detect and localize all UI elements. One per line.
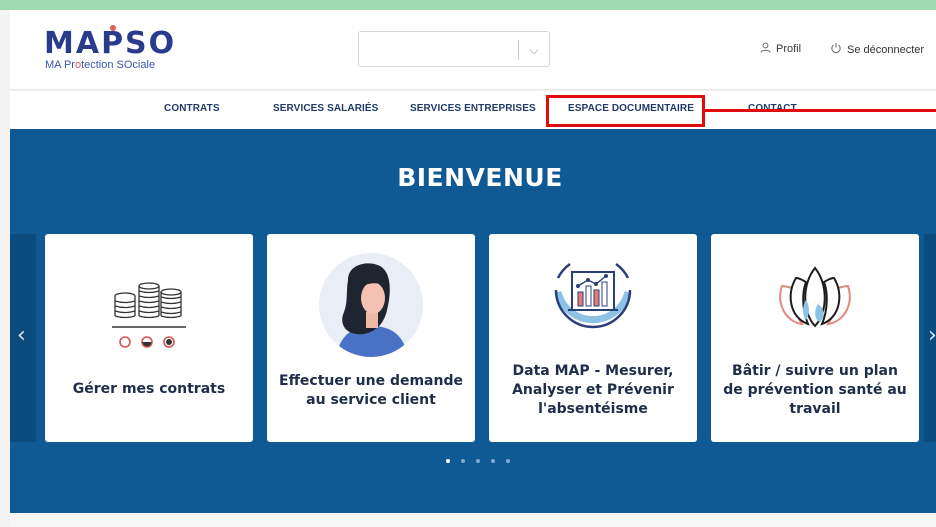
card-label: Effectuer une demande au service client bbox=[279, 373, 463, 408]
company-select[interactable]: ⌵ bbox=[358, 31, 550, 67]
card-label: Gérer mes contrats bbox=[72, 381, 226, 397]
hero-title: BIENVENUE bbox=[397, 163, 563, 192]
card-service-client[interactable]: Effectuer une demande au service client bbox=[267, 234, 475, 442]
power-icon bbox=[830, 42, 842, 57]
left-gutter bbox=[0, 10, 10, 527]
carousel-dot[interactable] bbox=[461, 459, 465, 463]
card-data-map[interactable]: Data MAP - Mesurer, Analyser et Prévenir… bbox=[489, 234, 697, 442]
logo-sub-part1: MA Pr bbox=[45, 59, 75, 71]
nav-services-entreprises[interactable]: SERVICES ENTREPRISES bbox=[410, 103, 536, 114]
carousel-dot[interactable] bbox=[506, 459, 510, 463]
card-label: Bâtir / suivre un plan de prévention san… bbox=[723, 363, 907, 417]
carousel-dot[interactable] bbox=[491, 459, 495, 463]
select-separator bbox=[518, 40, 519, 60]
carousel-dot[interactable] bbox=[446, 459, 450, 463]
lotus-icon bbox=[779, 266, 851, 328]
card-prevention[interactable]: Bâtir / suivre un plan de prévention san… bbox=[711, 234, 919, 442]
carousel-dots bbox=[446, 459, 510, 463]
customer-avatar-icon bbox=[319, 253, 423, 357]
logo-subtitle: MA Protection SOciale bbox=[45, 59, 155, 71]
logo[interactable]: MAPSO bbox=[44, 26, 176, 61]
coins-stack-icon bbox=[112, 282, 186, 348]
nav-services-salaries[interactable]: SERVICES SALARIÉS bbox=[273, 103, 378, 114]
nav-contrats[interactable]: CONTRATS bbox=[164, 103, 220, 114]
carousel-dot[interactable] bbox=[476, 459, 480, 463]
logo-accent-dot bbox=[110, 25, 116, 31]
card-contrats[interactable]: Gérer mes contrats bbox=[45, 234, 253, 442]
logo-sub-part2: tection SOciale bbox=[81, 59, 156, 71]
card-label: Data MAP - Mesurer, Analyser et Prévenir… bbox=[512, 363, 674, 417]
user-icon bbox=[760, 42, 771, 56]
profile-link[interactable]: Profil bbox=[760, 42, 801, 56]
analytics-chart-icon bbox=[554, 262, 632, 329]
footer-strip bbox=[10, 513, 936, 527]
browser-top-strip bbox=[0, 0, 936, 10]
site-header: MAPSO MA Protection SOciale ⌵ Profil Se … bbox=[10, 10, 936, 90]
highlight-box bbox=[546, 95, 705, 127]
logout-label: Se déconnecter bbox=[847, 43, 925, 56]
chevron-down-icon[interactable]: ⌵ bbox=[527, 40, 541, 60]
chevron-left-icon[interactable]: ‹ bbox=[17, 323, 26, 348]
logout-link[interactable]: Se déconnecter bbox=[830, 42, 924, 57]
chevron-right-icon[interactable]: › bbox=[928, 323, 936, 348]
annotation-line bbox=[705, 109, 936, 112]
profile-label: Profil bbox=[776, 43, 802, 55]
